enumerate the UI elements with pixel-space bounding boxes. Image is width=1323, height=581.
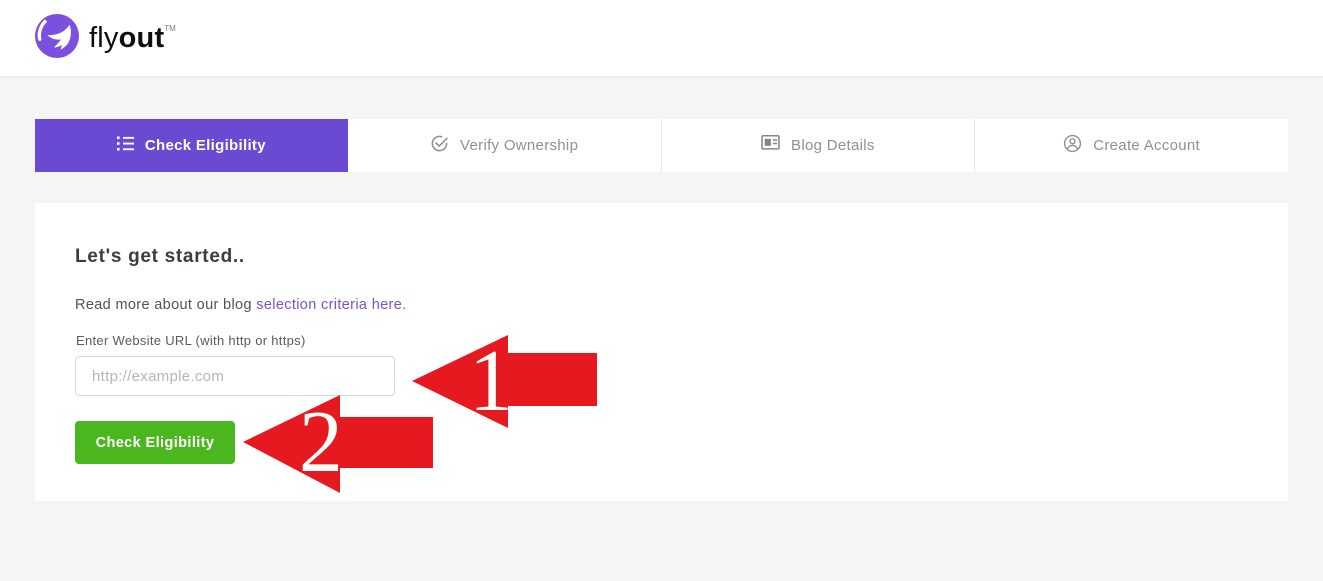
flyout-logo[interactable]: flyoutTM [35, 13, 176, 63]
list-icon [116, 136, 134, 155]
selection-criteria-link[interactable]: selection criteria here. [256, 297, 406, 313]
check-eligibility-panel: Let's get started.. Read more about our … [35, 203, 1288, 501]
app-header: flyoutTM [0, 0, 1323, 76]
tab-label: Verify Ownership [460, 137, 579, 154]
tab-blog-details[interactable]: Blog Details [661, 119, 976, 172]
tab-create-account[interactable]: Create Account [975, 119, 1288, 172]
wizard-tabs: Check Eligibility Verify Ownership Blog … [35, 119, 1288, 172]
check-eligibility-button[interactable]: Check Eligibility [75, 421, 235, 464]
intro-text: Read more about our blog selection crite… [75, 297, 407, 313]
tab-label: Check Eligibility [144, 137, 266, 154]
check-circle-icon [430, 134, 449, 157]
tab-verify-ownership[interactable]: Verify Ownership [347, 119, 662, 172]
intro-plain-text: Read more about our blog [75, 297, 257, 313]
account-circle-icon [1063, 134, 1082, 157]
tab-label: Blog Details [791, 137, 875, 154]
tab-label: Create Account [1093, 137, 1200, 154]
tab-check-eligibility[interactable]: Check Eligibility [35, 119, 348, 172]
flyout-logo-icon [35, 13, 79, 63]
website-url-label: Enter Website URL (with http or https) [76, 333, 306, 348]
article-icon [761, 135, 780, 156]
website-url-input[interactable] [75, 356, 395, 396]
page-title: Let's get started.. [75, 246, 245, 267]
brand-name: flyoutTM [89, 21, 176, 54]
trademark-mark: TM [164, 23, 176, 33]
